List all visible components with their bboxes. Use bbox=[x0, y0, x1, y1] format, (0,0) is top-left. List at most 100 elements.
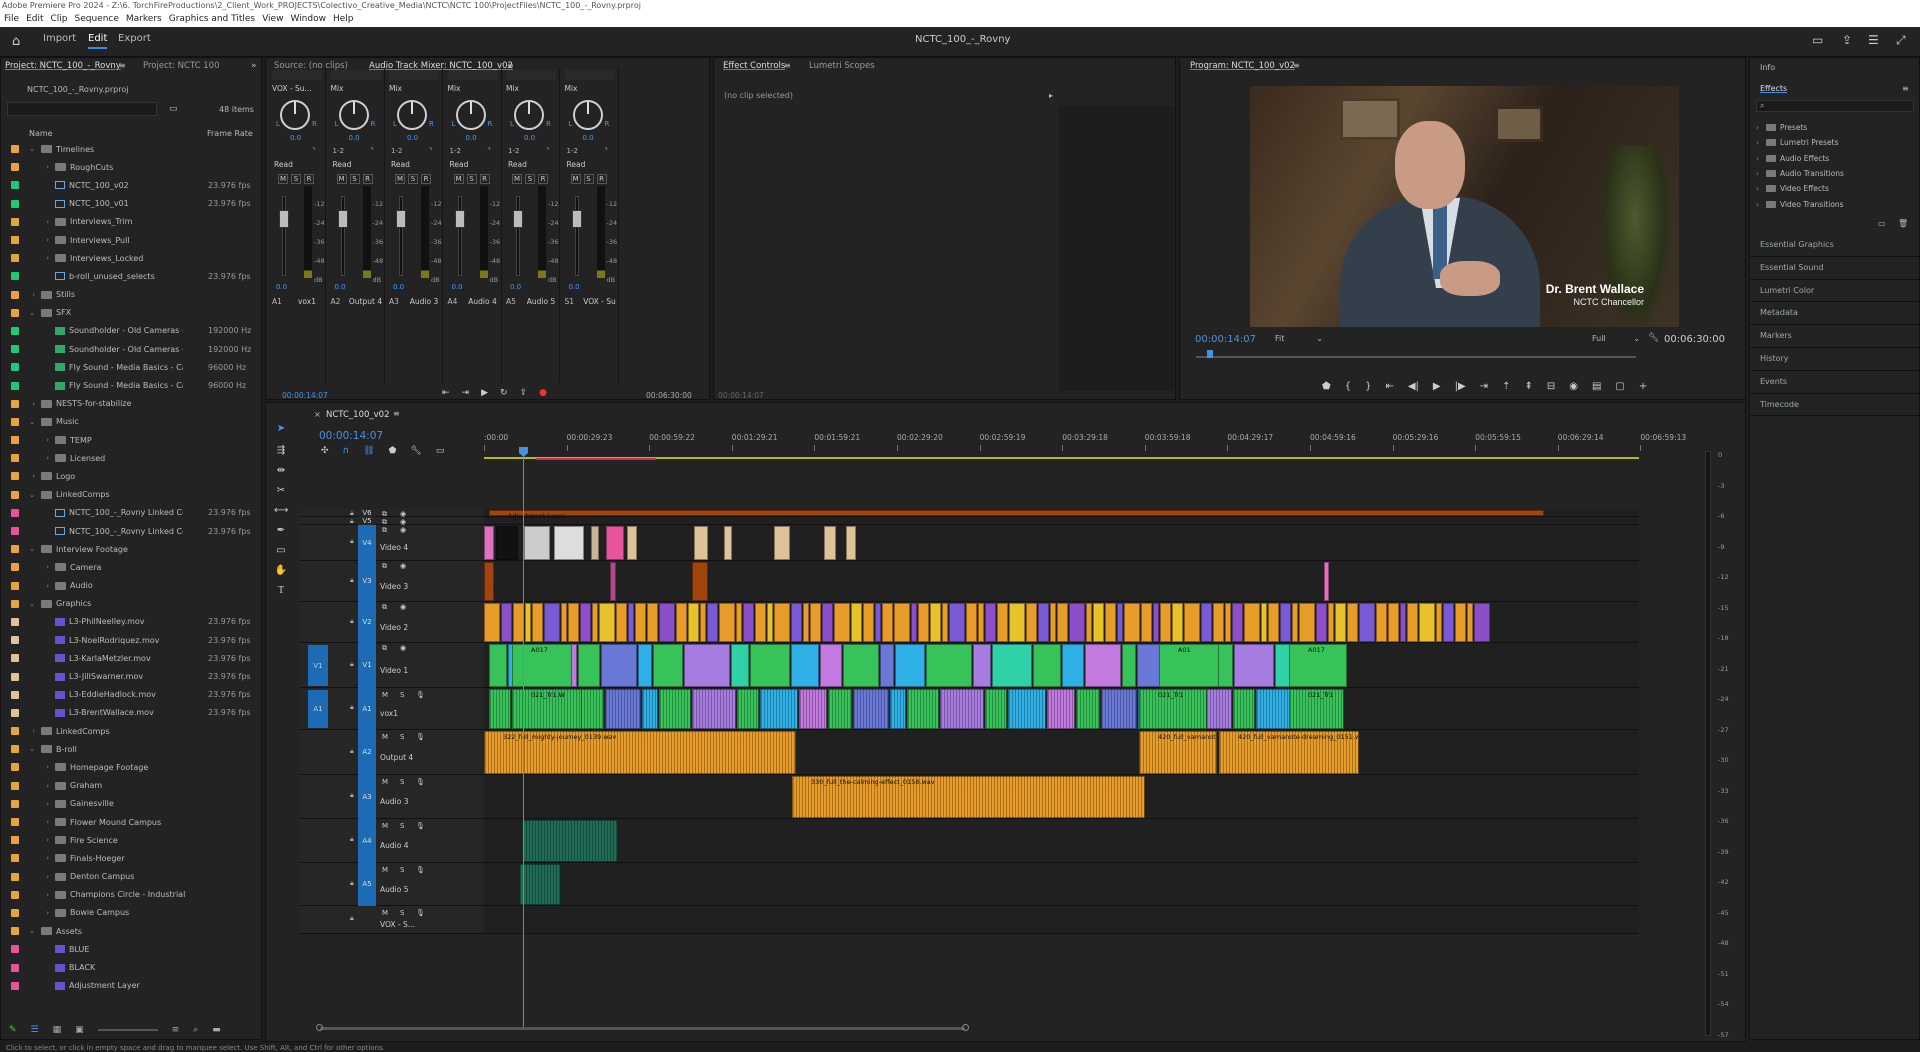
share-icon[interactable]: ⇪ bbox=[1842, 33, 1852, 47]
mute-button[interactable]: M bbox=[382, 866, 388, 874]
sort-icon[interactable]: ≡ bbox=[172, 1025, 180, 1035]
effects-folder[interactable]: › Audio Transitions bbox=[1756, 166, 1916, 181]
automation-dropdown[interactable]: Read bbox=[333, 160, 381, 169]
bin-item[interactable]: › Graham bbox=[1, 777, 263, 795]
graphic-clip[interactable] bbox=[1038, 603, 1049, 642]
effect-slot[interactable] bbox=[272, 70, 322, 80]
chevron-right-icon[interactable]: › bbox=[27, 436, 55, 444]
track-header[interactable]: 🔒︎ M S 🎙︎ VOX - S... bbox=[300, 906, 484, 934]
sfx-clip[interactable] bbox=[519, 864, 561, 905]
bin-item[interactable]: › Denton Campus bbox=[1, 868, 263, 886]
solo-button[interactable]: S bbox=[466, 174, 477, 184]
volume-value[interactable]: 0.0 bbox=[393, 283, 404, 291]
effects-folder[interactable]: › Video Effects bbox=[1756, 181, 1916, 196]
graphic-clip[interactable] bbox=[736, 603, 742, 642]
fader-handle[interactable] bbox=[571, 210, 582, 228]
track-target[interactable]: V6 bbox=[358, 509, 376, 517]
graphic-clip[interactable] bbox=[524, 526, 550, 560]
clip[interactable] bbox=[610, 562, 616, 601]
graphic-clip[interactable] bbox=[1407, 603, 1418, 642]
audio-clip[interactable] bbox=[489, 689, 511, 729]
new-bin-icon[interactable]: ▭ bbox=[169, 104, 178, 114]
graphic-clip[interactable] bbox=[647, 603, 658, 642]
add-button-icon[interactable]: + bbox=[1639, 381, 1647, 392]
graphic-clip[interactable] bbox=[1467, 603, 1473, 642]
panel-timecode[interactable]: Timecode bbox=[1750, 394, 1920, 417]
graphic-clip[interactable] bbox=[875, 603, 881, 642]
scroll-handle-left[interactable] bbox=[316, 1024, 323, 1031]
column-name[interactable]: Name bbox=[29, 129, 53, 138]
voiceover-mic-icon[interactable]: 🎙︎ bbox=[416, 909, 425, 917]
toggle-output-icon[interactable]: ⧉ bbox=[382, 526, 387, 535]
chevron-right-icon[interactable]: › bbox=[27, 472, 41, 480]
send-dropdown[interactable]: Mix bbox=[565, 84, 615, 93]
video-clip[interactable] bbox=[601, 644, 637, 687]
mute-button[interactable]: M bbox=[382, 691, 388, 699]
panel-lumetri-color[interactable]: Lumetri Color bbox=[1750, 280, 1920, 303]
solo-button[interactable]: S bbox=[408, 174, 418, 184]
video-clip[interactable] bbox=[578, 644, 600, 687]
effect-slot[interactable] bbox=[330, 70, 381, 80]
record-icon[interactable]: ● bbox=[539, 388, 547, 398]
track-target[interactable]: V3 bbox=[358, 561, 376, 602]
video-clip[interactable] bbox=[1062, 644, 1084, 687]
lock-icon[interactable]: 🔒︎ bbox=[350, 703, 354, 712]
bin-item[interactable]: ⌄ LinkedComps bbox=[1, 486, 263, 504]
step-back-icon[interactable]: ◀| bbox=[1408, 381, 1419, 392]
pan-value[interactable]: 0.0 bbox=[466, 134, 477, 142]
bin-item[interactable]: ⌄ Music bbox=[1, 413, 263, 431]
pencil-icon[interactable]: ✎ bbox=[9, 1025, 17, 1035]
mute-button[interactable]: M bbox=[278, 174, 288, 184]
effect-slot[interactable] bbox=[564, 70, 615, 80]
expand-arrow-icon[interactable]: ▸ bbox=[1049, 91, 1053, 100]
graphic-clip[interactable] bbox=[1141, 603, 1152, 642]
video-clip[interactable] bbox=[880, 644, 894, 687]
menu-item-markers[interactable]: Markers bbox=[126, 12, 162, 27]
bin-item[interactable]: › RoughCuts bbox=[1, 158, 263, 176]
bin-item[interactable]: › Interviews_Pull bbox=[1, 231, 263, 249]
track-header[interactable]: V1 🔒︎ V1 ⧉ ◉ Video 1 bbox=[300, 643, 484, 688]
mute-button[interactable]: M bbox=[336, 174, 347, 184]
project-item[interactable]: Soundholder - Old Cameras - C 192000 Hz bbox=[1, 340, 263, 358]
panel-menu-icon[interactable]: ≡ bbox=[784, 61, 791, 70]
chevron-right-icon[interactable]: › bbox=[27, 563, 55, 571]
bin-item[interactable]: › Interviews_Locked bbox=[1, 249, 263, 267]
clip[interactable] bbox=[484, 562, 494, 601]
go-to-out-icon[interactable]: ⇥ bbox=[1480, 381, 1488, 392]
effects-tab[interactable]: Effects bbox=[1760, 84, 1787, 93]
music-clip[interactable]: 322_full_mighty-journey_0139.wav bbox=[484, 731, 796, 774]
bin-item[interactable]: › LinkedComps bbox=[1, 722, 263, 740]
graphic-clip[interactable] bbox=[496, 526, 518, 560]
automation-dropdown[interactable]: Read bbox=[450, 160, 498, 169]
graphic-clip[interactable] bbox=[688, 603, 699, 642]
solo-button[interactable]: S bbox=[291, 174, 301, 184]
audio-clip[interactable] bbox=[580, 689, 604, 729]
graphic-clip[interactable] bbox=[978, 603, 984, 642]
bin-item[interactable]: › Licensed bbox=[1, 449, 263, 467]
graphic-clip[interactable] bbox=[1443, 603, 1454, 642]
graphic-clip[interactable] bbox=[822, 603, 833, 642]
chevron-down-icon[interactable]: ⌄ bbox=[27, 145, 41, 153]
track-header[interactable]: 🔒︎ A5 M S 🎙︎ Audio 5 bbox=[300, 863, 484, 906]
tab-project-2[interactable]: Project: NCTC 100 bbox=[143, 61, 220, 71]
track-header[interactable]: 🔒︎ V4 ⧉ ◉ Video 4 bbox=[300, 525, 484, 561]
automation-dropdown[interactable]: Read bbox=[391, 160, 439, 169]
record-arm-button[interactable]: R bbox=[421, 174, 431, 184]
track-target[interactable]: V5 bbox=[358, 517, 376, 525]
volume-value[interactable]: 0.0 bbox=[335, 283, 346, 291]
video-clip[interactable] bbox=[895, 644, 925, 687]
track-header[interactable]: 🔒︎ V5 ⧉ ◉ bbox=[300, 517, 484, 526]
audio-clip[interactable] bbox=[659, 689, 691, 729]
bin-item[interactable]: › Bowie Campus bbox=[1, 904, 263, 922]
playhead-marker[interactable] bbox=[1207, 350, 1213, 358]
volume-value[interactable]: 0.0 bbox=[569, 283, 580, 291]
project-item[interactable]: NCTC_100_v01 23.976 fps bbox=[1, 195, 263, 213]
graphic-clip[interactable] bbox=[918, 603, 929, 642]
graphic-clip[interactable] bbox=[1359, 603, 1375, 642]
video-clip[interactable] bbox=[489, 644, 507, 687]
video-clip[interactable] bbox=[684, 644, 730, 687]
lock-icon[interactable]: 🔒︎ bbox=[350, 537, 354, 546]
video-clip[interactable] bbox=[1085, 644, 1121, 687]
fader-handle[interactable] bbox=[513, 210, 523, 228]
chevron-down-icon[interactable]: ⌄ bbox=[27, 491, 41, 499]
